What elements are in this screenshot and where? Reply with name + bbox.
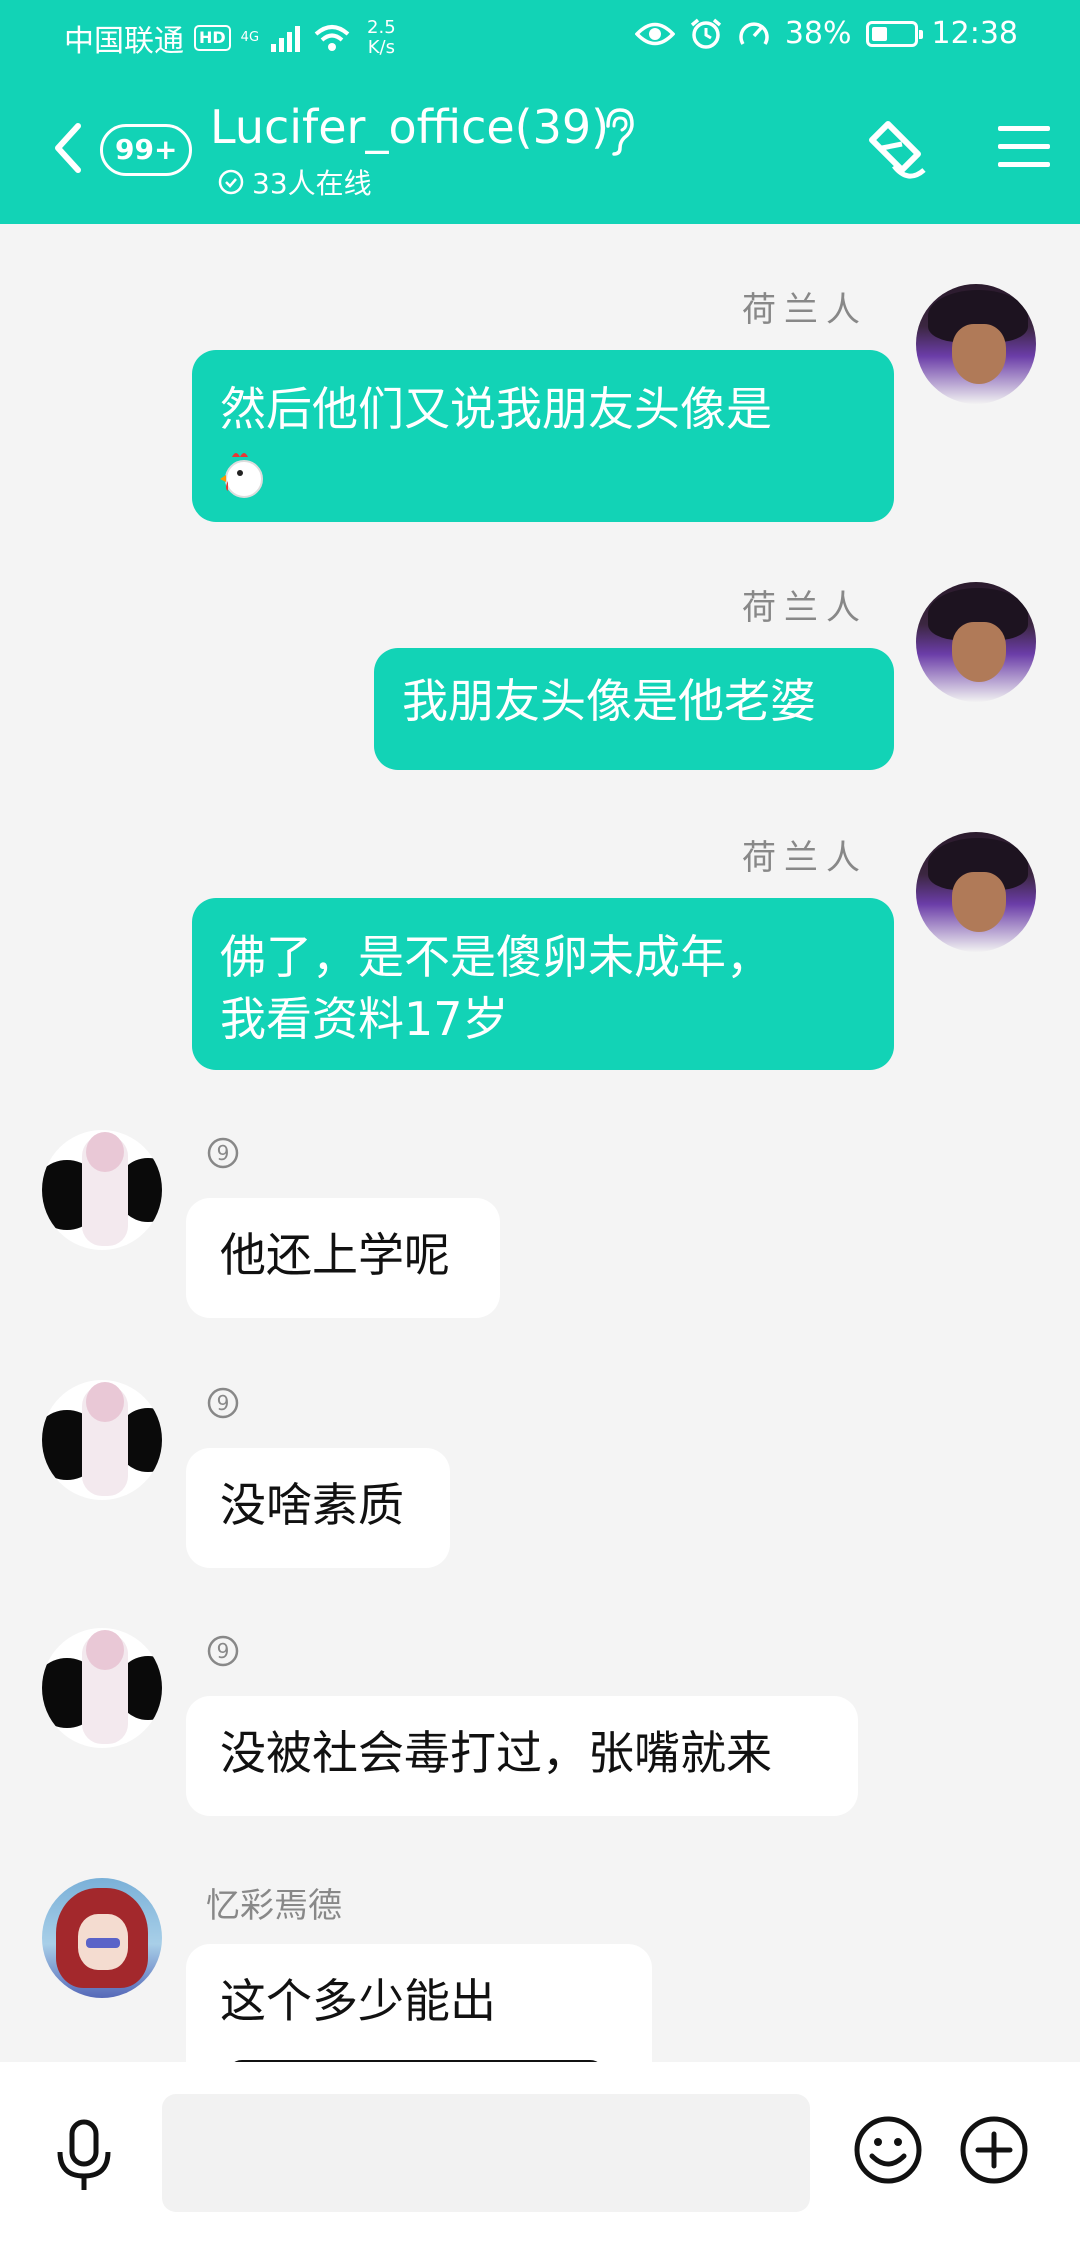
sender-name: 荷兰人 [742,838,868,878]
message-input[interactable] [162,2094,810,2212]
signal-icon [271,26,301,52]
hd-icon: HD [194,25,231,51]
avatar[interactable] [916,832,1036,952]
share-icon[interactable] [858,114,934,190]
message-text: 我看资料17岁 [220,992,509,1046]
eye-icon [634,22,675,45]
avatar[interactable] [42,1878,162,1998]
alarm-icon [690,18,721,49]
check-circle-icon [218,169,244,195]
message-bubble[interactable]: 我朋友头像是他老婆 [374,648,894,770]
avatar[interactable] [916,284,1036,404]
microphone-icon[interactable] [52,2118,116,2194]
emoji-icon[interactable] [852,2114,924,2186]
svg-text:9: 9 [217,1639,230,1663]
message-bubble[interactable]: 没啥素质 [186,1448,450,1568]
speedometer-icon [739,21,769,45]
back-icon[interactable] [48,118,88,178]
message-text: 这个多少能出 [220,1974,496,2028]
sender-name: 忆彩焉德 [206,1886,342,1926]
network-label: 4G [240,30,260,45]
sender-name: 荷兰人 [742,290,868,330]
menu-icon[interactable] [996,122,1052,172]
battery-icon [865,20,923,47]
ear-icon[interactable] [600,106,636,158]
carrier-label: 中国联通 [64,24,184,59]
avatar[interactable] [42,1130,162,1250]
message-bubble[interactable]: 没被社会毒打过，张嘴就来 [186,1696,858,1816]
message-bubble[interactable]: 然后他们又说我朋友头像是 [192,350,894,522]
circled-nine-icon: 9 [207,1387,239,1419]
online-count: 33人在线 [252,167,372,200]
svg-text:9: 9 [217,1141,230,1165]
avatar[interactable] [916,582,1036,702]
sender-name: 荷兰人 [742,588,868,628]
avatar[interactable] [42,1628,162,1748]
avatar[interactable] [42,1380,162,1500]
message-text: 然后他们又说我朋友头像是 [220,382,772,436]
status-bar: 中国联通 HD 4G 2.5 K/s 38% 12:38 [0,0,1080,74]
svg-text:9: 9 [217,1391,230,1415]
message-text: 佛了，是不是傻卵未成年， [220,930,772,984]
status-left: 中国联通 HD 4G 2.5 K/s [64,16,396,60]
message-text: 他还上学呢 [220,1228,450,1282]
circled-nine-icon: 9 [207,1635,239,1667]
online-status: 33人在线 [218,162,372,202]
status-right: 38% 12:38 [634,16,1018,51]
clock: 12:38 [931,16,1018,51]
net-speed: 2.5 K/s [367,17,396,58]
input-bar [0,2062,1080,2244]
group-title[interactable]: Lucifer_office(39) [210,100,609,154]
message-text: 没被社会毒打过，张嘴就来 [220,1726,772,1780]
wifi-icon [314,25,350,51]
message-bubble[interactable]: 佛了，是不是傻卵未成年， 我看资料17岁 [192,898,894,1070]
message-text: 没啥素质 [220,1478,404,1532]
plus-icon[interactable] [958,2114,1030,2186]
battery-fill [871,26,887,41]
circled-nine-icon: 9 [207,1137,239,1169]
message-bubble[interactable]: 他还上学呢 [186,1198,500,1318]
battery-percent: 38% [784,16,852,51]
chicken-emoji-icon [220,452,263,498]
unread-badge[interactable]: 99+ [100,124,193,176]
message-text: 我朋友头像是他老婆 [402,674,816,728]
chat-header: 99+ Lucifer_office(39) 33人在线 [0,74,1080,224]
